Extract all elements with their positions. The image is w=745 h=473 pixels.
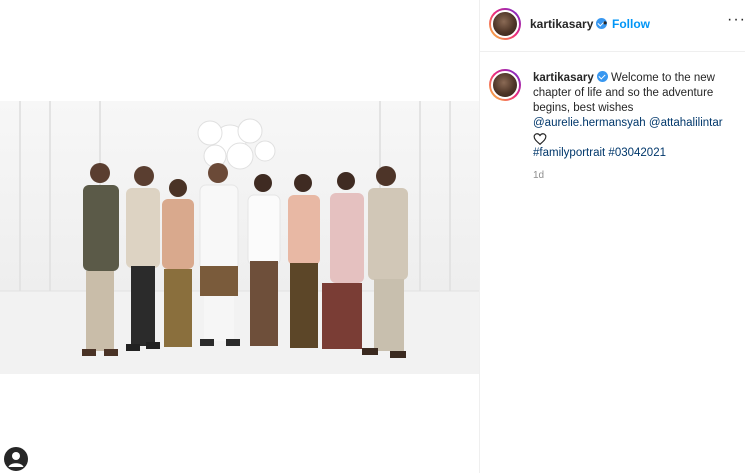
post-timestamp[interactable]: 1d bbox=[533, 170, 544, 181]
family-portrait-image bbox=[0, 101, 479, 374]
caption-username[interactable]: kartikasary bbox=[533, 71, 608, 84]
verified-badge-icon bbox=[596, 71, 608, 82]
post-header: kartikasary • Follow ··· bbox=[480, 0, 745, 52]
caption-avatar[interactable] bbox=[489, 69, 521, 101]
hashtag-link[interactable]: #03042021 bbox=[608, 147, 666, 159]
mention-link[interactable]: @aurelie.hermansyah bbox=[533, 117, 646, 129]
hashtag-link[interactable]: #familyportrait bbox=[533, 147, 605, 159]
mention-link[interactable]: @attahalilintar bbox=[649, 117, 723, 129]
post-side-panel: kartikasary • Follow ··· kartikasary Wel… bbox=[480, 0, 745, 473]
post-photo[interactable] bbox=[0, 101, 479, 374]
heart-icon[interactable] bbox=[533, 132, 547, 146]
profile-icon[interactable] bbox=[4, 447, 28, 471]
caption-text-block: kartikasary Welcome to the new chapter o… bbox=[533, 71, 738, 161]
header-username[interactable]: kartikasary bbox=[530, 17, 608, 31]
author-avatar[interactable] bbox=[489, 8, 521, 40]
more-options-icon[interactable]: ··· bbox=[727, 12, 745, 28]
follow-button[interactable]: Follow bbox=[612, 17, 650, 31]
separator-dot: • bbox=[603, 16, 608, 30]
post-media-area bbox=[0, 0, 480, 473]
